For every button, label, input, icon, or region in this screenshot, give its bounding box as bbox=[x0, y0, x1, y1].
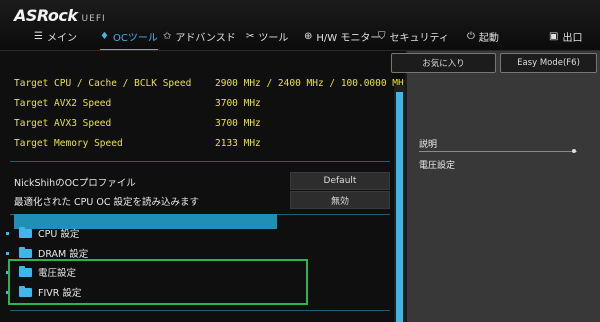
flame-icon: ♦ bbox=[100, 31, 109, 42]
tab-security[interactable]: ⛉ セキュリティ bbox=[378, 29, 449, 44]
tab-oc-tweaker[interactable]: ♦ OCツール bbox=[100, 29, 158, 51]
star-icon: ✩ bbox=[163, 31, 172, 42]
folder-item-cpu[interactable]: CPU 設定 bbox=[6, 225, 79, 241]
tab-advanced[interactable]: ✩ アドバンスド bbox=[163, 29, 236, 44]
bullet-icon bbox=[6, 251, 9, 255]
tab-hw-monitor[interactable]: ⊕ H/W モニター bbox=[304, 29, 380, 44]
tools-icon: ✂ bbox=[246, 31, 255, 42]
info-value-memory: 2133 MHz bbox=[215, 138, 261, 149]
power-icon: ⏻ bbox=[467, 31, 475, 42]
description-dot bbox=[572, 149, 576, 153]
list-icon: ☰ bbox=[34, 31, 43, 42]
monitor-icon: ⊕ bbox=[304, 31, 313, 42]
annotation-frame bbox=[8, 259, 308, 305]
shield-icon: ⛉ bbox=[378, 31, 386, 42]
oc-profile-select[interactable]: Default bbox=[290, 172, 390, 190]
scrollbar-thumb[interactable] bbox=[396, 92, 403, 322]
tab-main[interactable]: ☰ メイン bbox=[34, 29, 77, 44]
tab-tool[interactable]: ✂ ツール bbox=[246, 29, 288, 44]
info-value-cpu-speed: 2900 MHz / 2400 MHz / 100.0000 MHz bbox=[215, 78, 410, 89]
section-divider bbox=[10, 161, 390, 162]
asrock-logo: ASRock UEFI bbox=[14, 6, 106, 25]
description-underline bbox=[419, 151, 577, 152]
main-menu: ☰ メイン ♦ OCツール ✩ アドバンスド ✂ ツール ⊕ H/W モニター … bbox=[0, 26, 600, 51]
info-value-avx2: 3700 MHz bbox=[215, 98, 261, 109]
info-value-avx3: 3700 MHz bbox=[215, 118, 261, 129]
description-panel bbox=[407, 51, 600, 322]
description-text: 電圧設定 bbox=[419, 161, 456, 171]
favorites-button[interactable]: お気に入り bbox=[391, 53, 496, 73]
tab-exit[interactable]: ▣ 出口 bbox=[549, 29, 582, 44]
description-title: 説明 bbox=[419, 140, 438, 150]
info-label-cpu-speed: Target CPU / Cache / BCLK Speed bbox=[14, 78, 192, 89]
info-label-memory: Target Memory Speed bbox=[14, 138, 123, 149]
tab-boot[interactable]: ⏻ 起動 bbox=[467, 29, 499, 44]
info-label-avx3: Target AVX3 Speed bbox=[14, 118, 112, 129]
info-label-avx2: Target AVX2 Speed bbox=[14, 98, 112, 109]
exit-icon: ▣ bbox=[549, 31, 559, 42]
bullet-icon bbox=[6, 231, 9, 235]
setting-label-load-optimized[interactable]: 最適化された CPU OC 設定を読み込みます bbox=[14, 194, 199, 208]
folder-icon bbox=[19, 246, 32, 258]
load-optimized-select[interactable]: 無効 bbox=[290, 191, 390, 209]
easy-mode-button[interactable]: Easy Mode(F6) bbox=[500, 53, 597, 73]
setting-label-oc-profile[interactable]: NickShihのOCプロファイル bbox=[14, 175, 136, 189]
section-divider-3 bbox=[10, 310, 390, 311]
folder-icon bbox=[19, 226, 32, 238]
